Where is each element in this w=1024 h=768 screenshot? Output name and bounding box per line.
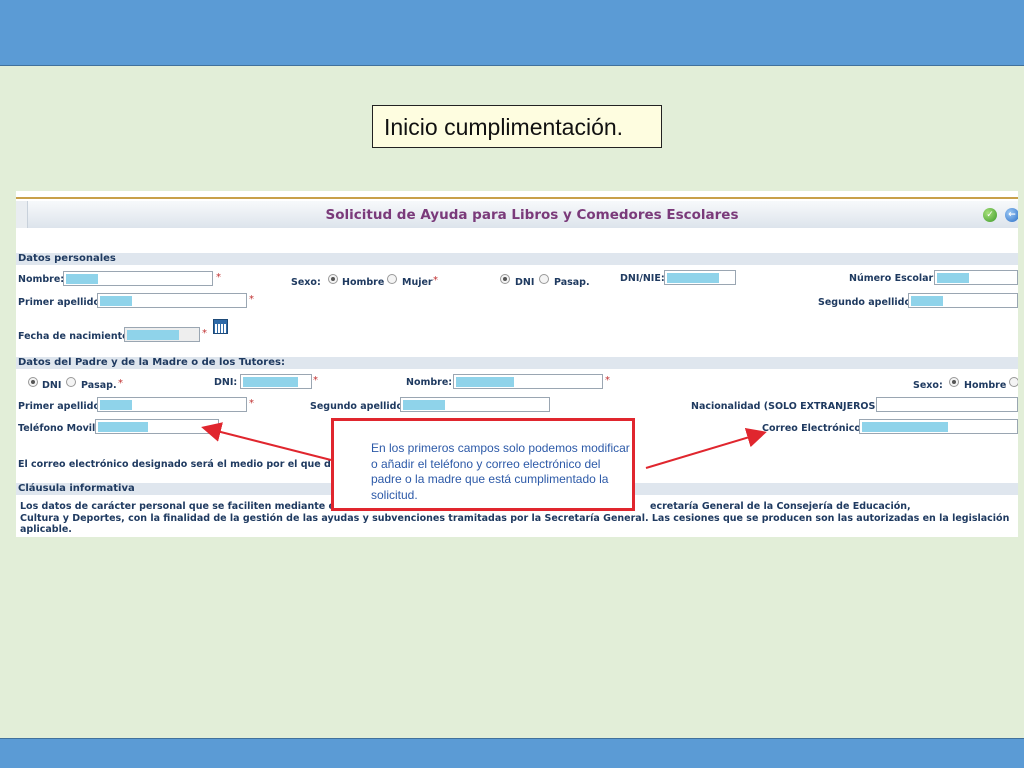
slide-bottom-bar (0, 738, 1024, 768)
callout-box: En los primeros campos solo podemos modi… (331, 418, 635, 511)
arrow-to-correo (645, 428, 767, 469)
callout-arrows (201, 422, 767, 469)
arrow-to-telefono (201, 422, 332, 461)
